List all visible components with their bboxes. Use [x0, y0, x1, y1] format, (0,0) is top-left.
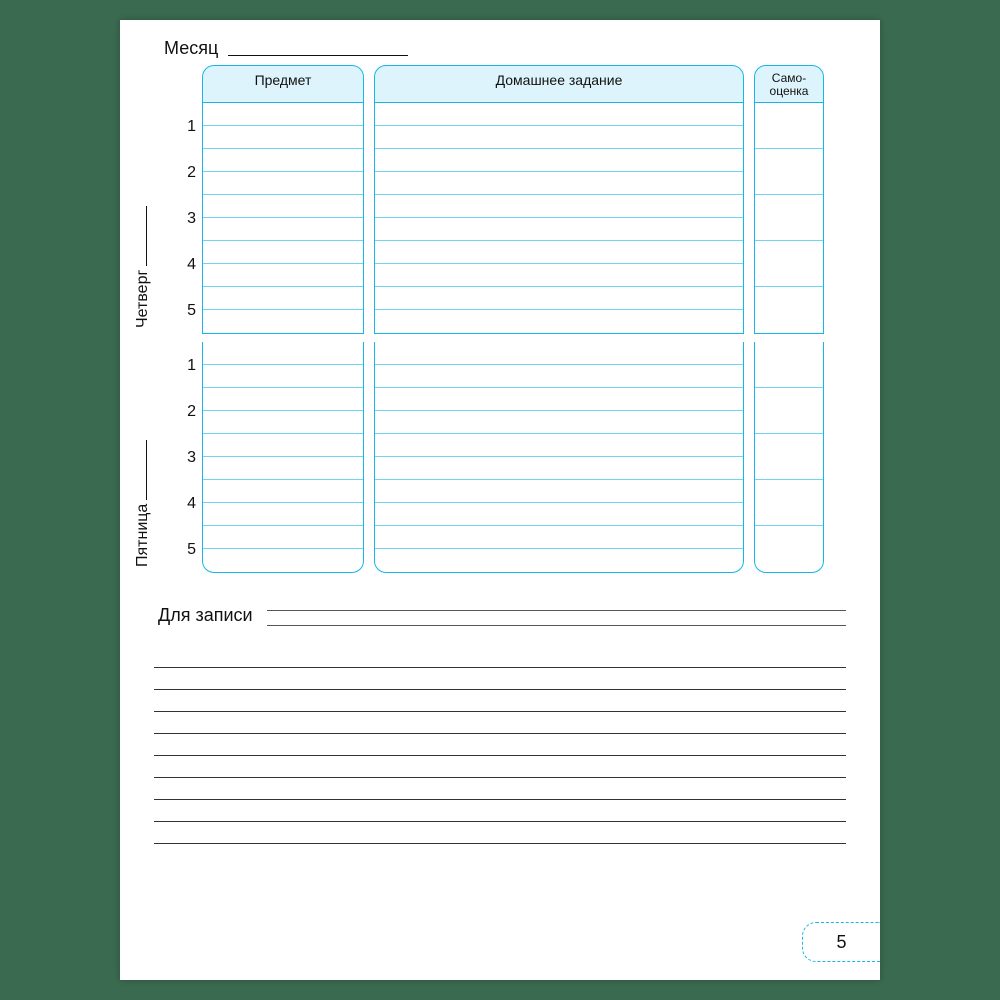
header-homework: Домашнее задание — [374, 65, 744, 103]
row-number: 3 — [154, 196, 196, 242]
row-number: 5 — [154, 288, 196, 334]
month-row: Месяц — [164, 38, 846, 59]
month-blank-line[interactable] — [228, 55, 408, 56]
header-subject: Предмет — [202, 65, 364, 103]
diary-grid: Предмет Домашнее задание Само- оценка Че… — [154, 65, 846, 573]
row-number: 4 — [154, 242, 196, 288]
homework-column-friday[interactable] — [374, 342, 744, 573]
subject-column-friday[interactable] — [202, 342, 364, 573]
selfgrade-column-thursday[interactable] — [754, 103, 824, 334]
row-number: 1 — [154, 104, 196, 150]
row-number: 4 — [154, 481, 196, 527]
header-self-grade: Само- оценка — [754, 65, 824, 103]
day-label-col-thursday: Четверг 1 2 3 4 5 — [154, 103, 202, 334]
month-label: Месяц — [164, 38, 218, 59]
notes-head-lines[interactable] — [267, 610, 846, 626]
diary-page: Месяц Предмет Домашнее задание Само- оце… — [120, 20, 880, 980]
day-name-thursday: Четверг — [134, 206, 152, 328]
row-number: 2 — [154, 150, 196, 196]
page-number-tab: 5 — [802, 922, 880, 962]
notes-lines[interactable] — [154, 646, 846, 844]
row-number: 3 — [154, 435, 196, 481]
day-name-friday: Пятница — [134, 440, 152, 567]
day-label-col-friday: Пятница 1 2 3 4 5 — [154, 342, 202, 573]
row-number: 1 — [154, 343, 196, 389]
row-number: 5 — [154, 527, 196, 573]
notes-label: Для записи — [158, 605, 253, 626]
homework-column-thursday[interactable] — [374, 103, 744, 334]
page-number: 5 — [836, 932, 846, 953]
row-number: 2 — [154, 389, 196, 435]
notes-section: Для записи — [154, 605, 846, 844]
selfgrade-column-friday[interactable] — [754, 342, 824, 573]
subject-column-thursday[interactable] — [202, 103, 364, 334]
